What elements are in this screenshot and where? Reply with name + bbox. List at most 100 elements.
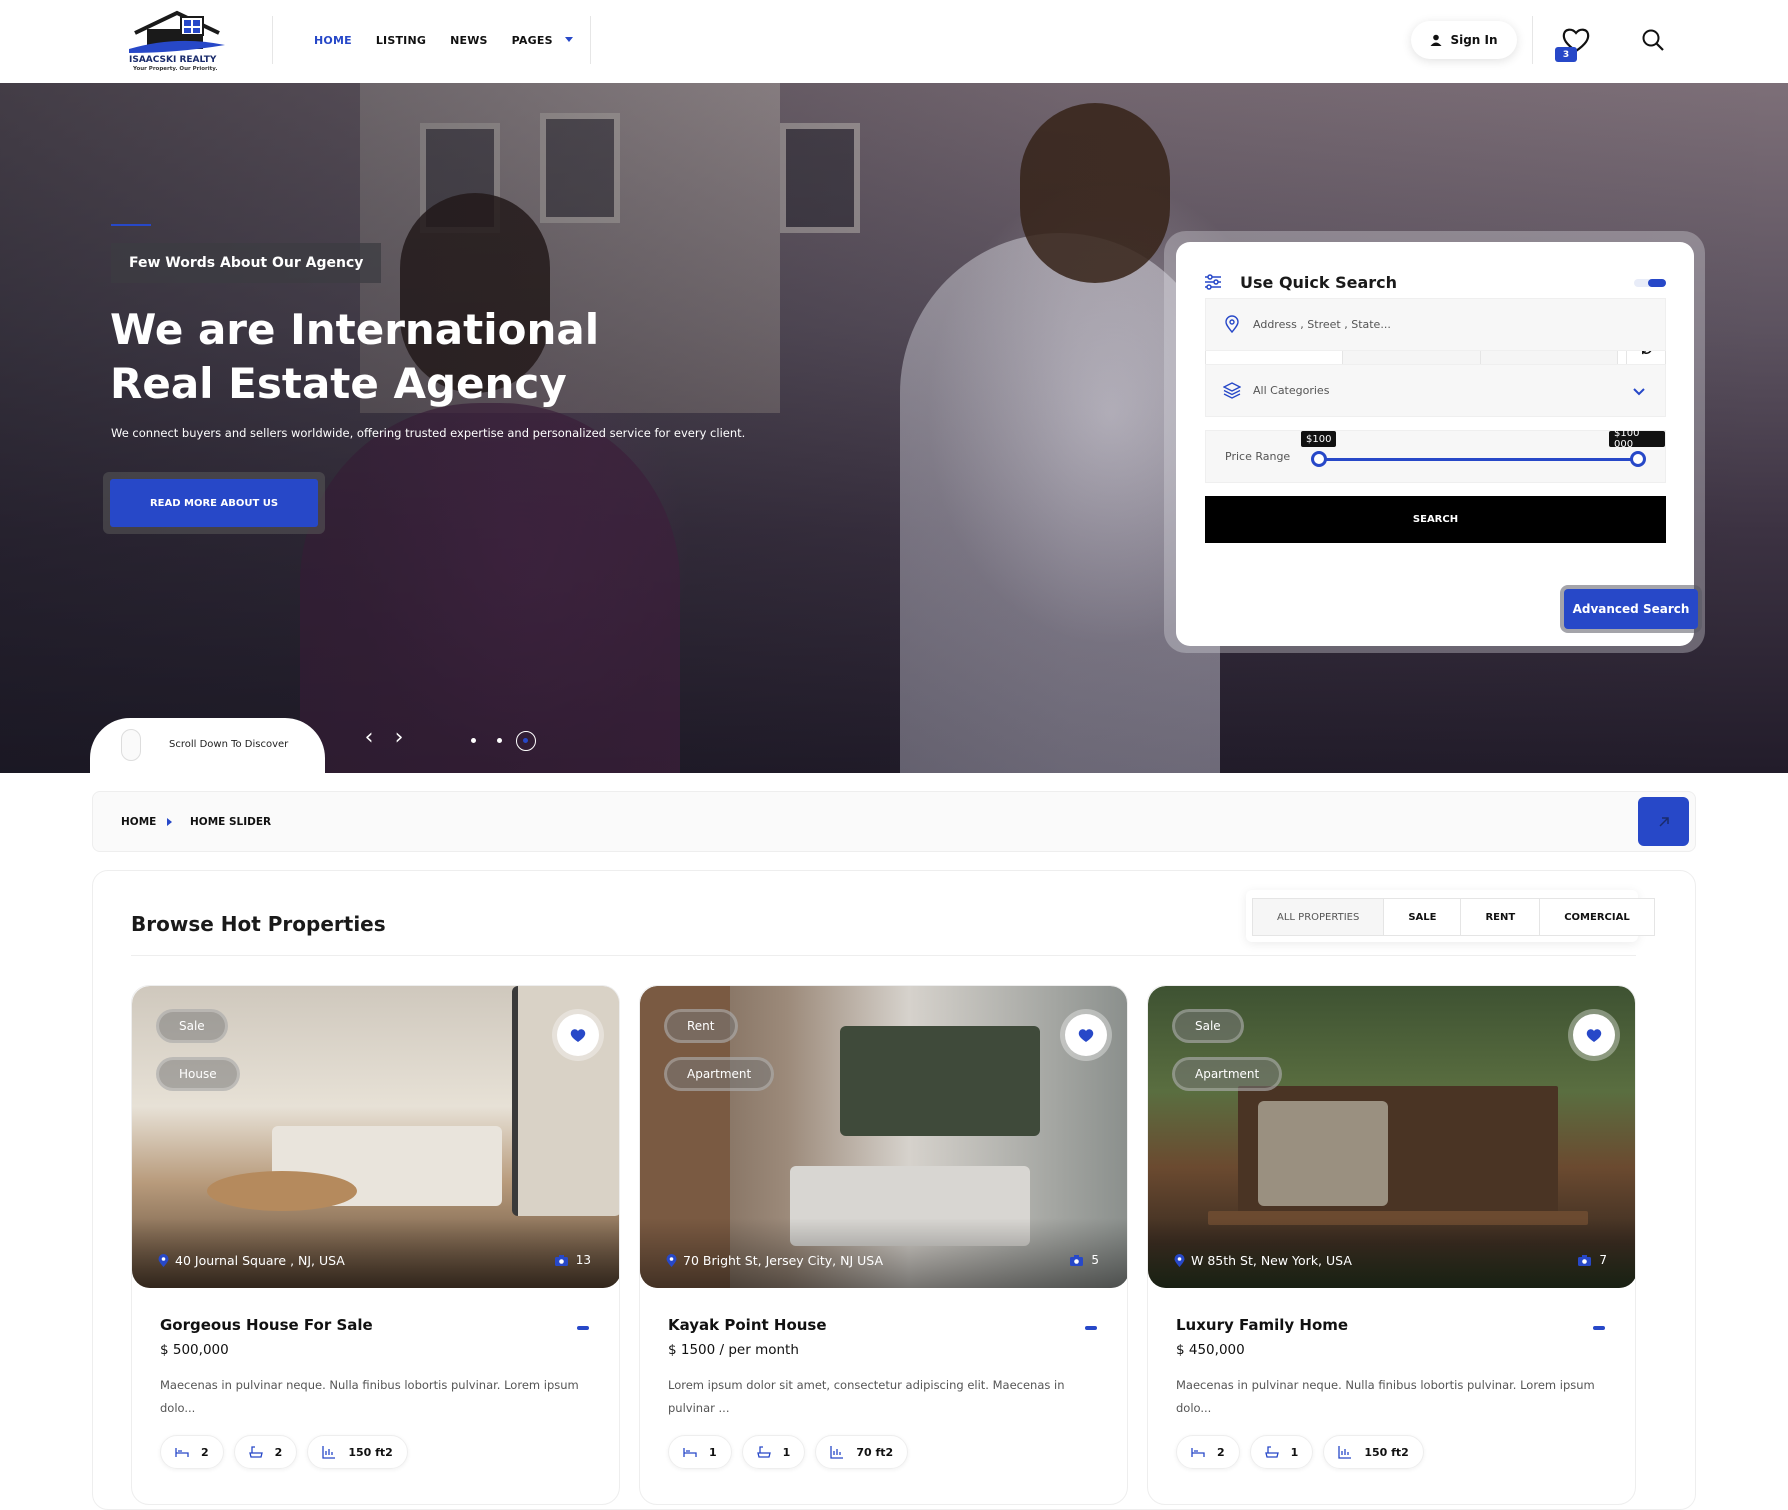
price-range-label: Price Range bbox=[1225, 450, 1291, 463]
next-slide-arrow-icon[interactable]: › bbox=[389, 727, 409, 749]
address-field[interactable]: Address , Street , State... bbox=[1205, 298, 1666, 351]
logo[interactable]: ISAACSKI REALTY Your Property. Our Prior… bbox=[129, 9, 229, 75]
more-options-text: Need more search options? bbox=[1397, 602, 1582, 616]
baths-spec: 1 bbox=[741, 1435, 806, 1469]
map-pin-icon bbox=[158, 1254, 169, 1267]
read-more-button[interactable]: READ MORE ABOUT US bbox=[110, 479, 318, 527]
property-card[interactable]: Rent Apartment 70 Bright St, Jersey City… bbox=[639, 985, 1128, 1505]
status-badge: Rent bbox=[664, 1009, 738, 1043]
baths-value: 1 bbox=[1290, 1445, 1299, 1459]
nav-item-news[interactable]: NEWS bbox=[450, 34, 488, 47]
property-description: Maecenas in pulvinar neque. Nulla finibu… bbox=[160, 1378, 579, 1415]
section-title: Browse Hot Properties bbox=[131, 912, 386, 936]
photo-count[interactable]: 7 bbox=[1578, 1253, 1607, 1267]
bed-icon bbox=[175, 1448, 189, 1457]
price-min-handle[interactable] bbox=[1311, 451, 1327, 467]
sign-in-label: Sign In bbox=[1450, 33, 1498, 47]
hero-slider: Few Words About Our Agency We are Intern… bbox=[0, 83, 1788, 773]
baths-value: 1 bbox=[782, 1445, 791, 1459]
status-badge: Sale bbox=[1172, 1009, 1244, 1043]
nav-item-pages[interactable]: PAGES bbox=[512, 34, 573, 47]
price-min-tooltip: $100 bbox=[1301, 431, 1337, 447]
favorite-button[interactable] bbox=[1573, 1014, 1615, 1056]
favorite-button[interactable] bbox=[1065, 1014, 1107, 1056]
collapse-icon[interactable] bbox=[1085, 1326, 1097, 1330]
slide-dot[interactable] bbox=[497, 738, 502, 743]
property-specs: 2 1 150 ft2 bbox=[1176, 1435, 1424, 1469]
filter-sale[interactable]: SALE bbox=[1383, 899, 1461, 935]
scroll-down-label: Scroll Down To Discover bbox=[169, 739, 289, 750]
slide-dot-active[interactable] bbox=[516, 731, 536, 751]
divider bbox=[1532, 16, 1533, 64]
property-card[interactable]: Sale House 40 Journal Square , NJ, USA 1… bbox=[131, 985, 620, 1505]
property-price: $ 500,000 bbox=[160, 1342, 229, 1358]
property-title[interactable]: Gorgeous House For Sale bbox=[160, 1316, 373, 1334]
bath-icon bbox=[756, 1446, 771, 1458]
type-badge: House bbox=[156, 1057, 240, 1091]
price-max-handle[interactable] bbox=[1630, 451, 1646, 467]
property-title[interactable]: Luxury Family Home bbox=[1176, 1316, 1348, 1334]
camera-icon bbox=[1070, 1254, 1084, 1266]
main-nav: HOME LISTING NEWS PAGES bbox=[314, 34, 597, 47]
bed-icon bbox=[683, 1448, 697, 1457]
category-select[interactable]: All Categories bbox=[1205, 364, 1666, 417]
address-text: W 85th St, New York, USA bbox=[1191, 1253, 1352, 1268]
area-spec: 150 ft2 bbox=[1323, 1435, 1424, 1469]
area-icon bbox=[1338, 1446, 1352, 1459]
area-value: 150 ft2 bbox=[1364, 1445, 1409, 1459]
slide-dot[interactable] bbox=[471, 738, 476, 743]
chevron-down-icon bbox=[1633, 388, 1645, 396]
wishlist-count-badge: 3 bbox=[1555, 47, 1577, 62]
beds-value: 1 bbox=[709, 1445, 717, 1459]
nav-item-pages-label: PAGES bbox=[511, 34, 553, 47]
filter-rent[interactable]: RENT bbox=[1460, 899, 1540, 935]
price-range-track bbox=[1319, 458, 1639, 461]
search-icon[interactable] bbox=[1641, 28, 1665, 52]
breadcrumb-home[interactable]: HOME bbox=[121, 816, 156, 828]
sign-in-button[interactable]: Sign In bbox=[1411, 21, 1517, 59]
address-placeholder: Address , Street , State... bbox=[1253, 318, 1391, 331]
quick-search-toggle[interactable] bbox=[1634, 279, 1666, 287]
sliders-icon bbox=[1205, 274, 1221, 290]
collapse-icon[interactable] bbox=[577, 1326, 589, 1330]
property-description: Lorem ipsum dolor sit amet, consectetur … bbox=[668, 1378, 1065, 1415]
price-max-tooltip: $100 000 bbox=[1609, 428, 1665, 450]
breadcrumb bbox=[92, 791, 1696, 852]
photo-count-value: 5 bbox=[1091, 1253, 1099, 1267]
filter-all-properties[interactable]: ALL PROPERTIES bbox=[1253, 899, 1384, 935]
area-icon bbox=[322, 1446, 336, 1459]
divider bbox=[590, 16, 591, 64]
search-button[interactable]: SEARCH bbox=[1205, 496, 1666, 543]
hero-subtitle: We connect buyers and sellers worldwide,… bbox=[111, 426, 746, 440]
quick-search-title: Use Quick Search bbox=[1240, 273, 1398, 292]
type-badge: Apartment bbox=[1172, 1057, 1283, 1091]
photo-count-value: 7 bbox=[1599, 1253, 1607, 1267]
property-specs: 1 1 70 ft2 bbox=[668, 1435, 909, 1469]
photo-count[interactable]: 5 bbox=[1070, 1253, 1099, 1267]
divider bbox=[272, 16, 273, 64]
advanced-search-button[interactable]: Advanced Search bbox=[1564, 589, 1698, 629]
area-value: 70 ft2 bbox=[856, 1445, 894, 1459]
breadcrumb-current: HOME SLIDER bbox=[190, 816, 272, 828]
property-specs: 2 2 150 ft2 bbox=[160, 1435, 408, 1469]
photo-count[interactable]: 13 bbox=[554, 1253, 591, 1267]
site-header: ISAACSKI REALTY Your Property. Our Prior… bbox=[0, 0, 1788, 83]
favorite-button[interactable] bbox=[557, 1014, 599, 1056]
property-address: W 85th St, New York, USA bbox=[1174, 1253, 1352, 1268]
breadcrumb-separator-icon bbox=[167, 818, 172, 826]
address-text: 70 Bright St, Jersey City, NJ USA bbox=[683, 1253, 883, 1268]
logo-name: ISAACSKI REALTY bbox=[129, 55, 217, 65]
type-badge: Apartment bbox=[664, 1057, 775, 1091]
nav-item-listing[interactable]: LISTING bbox=[376, 34, 426, 47]
filter-commercial[interactable]: COMERCIAL bbox=[1539, 899, 1654, 935]
heart-icon bbox=[570, 1028, 586, 1042]
property-title[interactable]: Kayak Point House bbox=[668, 1316, 827, 1334]
property-filter-tabs: ALL PROPERTIES SALE RENT COMERCIAL bbox=[1252, 898, 1655, 936]
property-card[interactable]: Sale Apartment W 85th St, New York, USA … bbox=[1147, 985, 1636, 1505]
prev-slide-arrow-icon[interactable]: ‹ bbox=[359, 727, 379, 749]
photo-count-value: 13 bbox=[575, 1253, 591, 1267]
share-button[interactable] bbox=[1638, 797, 1689, 846]
mouse-icon bbox=[121, 729, 141, 761]
nav-item-home[interactable]: HOME bbox=[314, 34, 352, 47]
collapse-icon[interactable] bbox=[1593, 1326, 1605, 1330]
